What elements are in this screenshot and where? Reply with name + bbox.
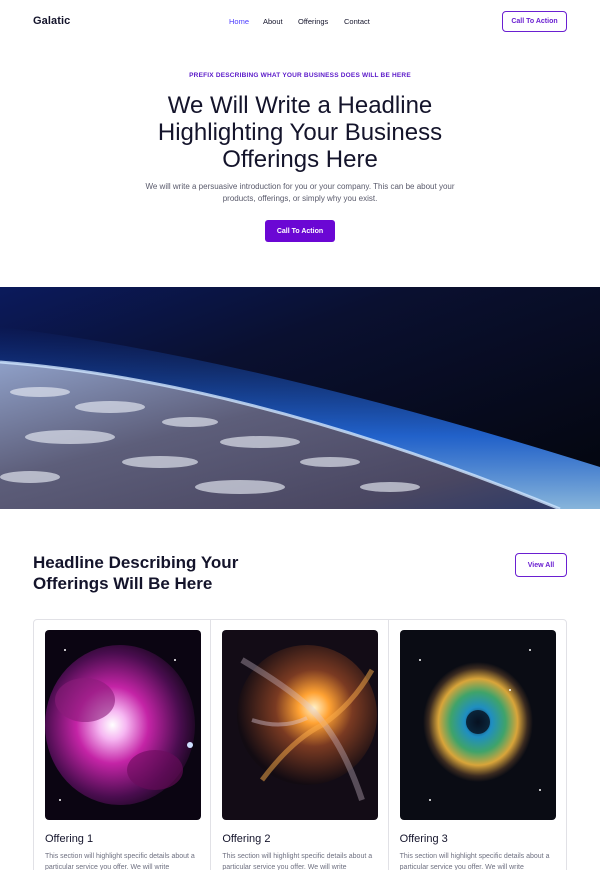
pink-nebula-image [45,630,201,820]
offering-card[interactable]: Offering 2 This section will highlight s… [211,620,389,870]
offering-description: This section will highlight specific det… [222,853,373,870]
hero-prefix: PREFIX DESCRIBING WHAT YOUR BUSINESS DOE… [189,72,411,79]
top-navbar: Galatic Home About Offerings Contact Cal… [0,0,600,44]
orange-galaxy-swirl-image [222,630,379,820]
rosette-nebula-image [399,630,556,820]
offering-description: This section will highlight specific det… [399,853,550,870]
offering-card[interactable]: Offering 1 This section will highlight s… [34,620,212,870]
offerings-cards: Offering 1 This section will highlight s… [33,619,567,870]
offering-title: Offering 2 [222,833,271,845]
hero-intro: We will write a persuasive introduction … [145,182,455,203]
brand-logo[interactable]: Galatic [33,15,70,27]
offering-description: This section will highlight specific det… [45,853,195,870]
nav-item-home[interactable]: Home [229,17,249,26]
hero-headline: We Will Write a Headline Highlighting Yo… [157,92,443,173]
earth-horizon-image [0,287,600,509]
offering-title: Offering 3 [399,833,448,845]
offerings-headline: Headline Describing Your Offerings Will … [33,553,239,593]
nav-item-about[interactable]: About [263,17,283,26]
offering-card[interactable]: Offering 3 This section will highlight s… [389,620,566,870]
nav-cta-button[interactable]: Call To Action [502,11,567,32]
hero-cta-button[interactable]: Call To Action [265,220,335,242]
view-all-button[interactable]: View All [515,553,567,577]
nav-item-contact[interactable]: Contact [344,17,370,26]
offering-title: Offering 1 [45,833,94,845]
nav-item-offerings[interactable]: Offerings [298,17,328,26]
